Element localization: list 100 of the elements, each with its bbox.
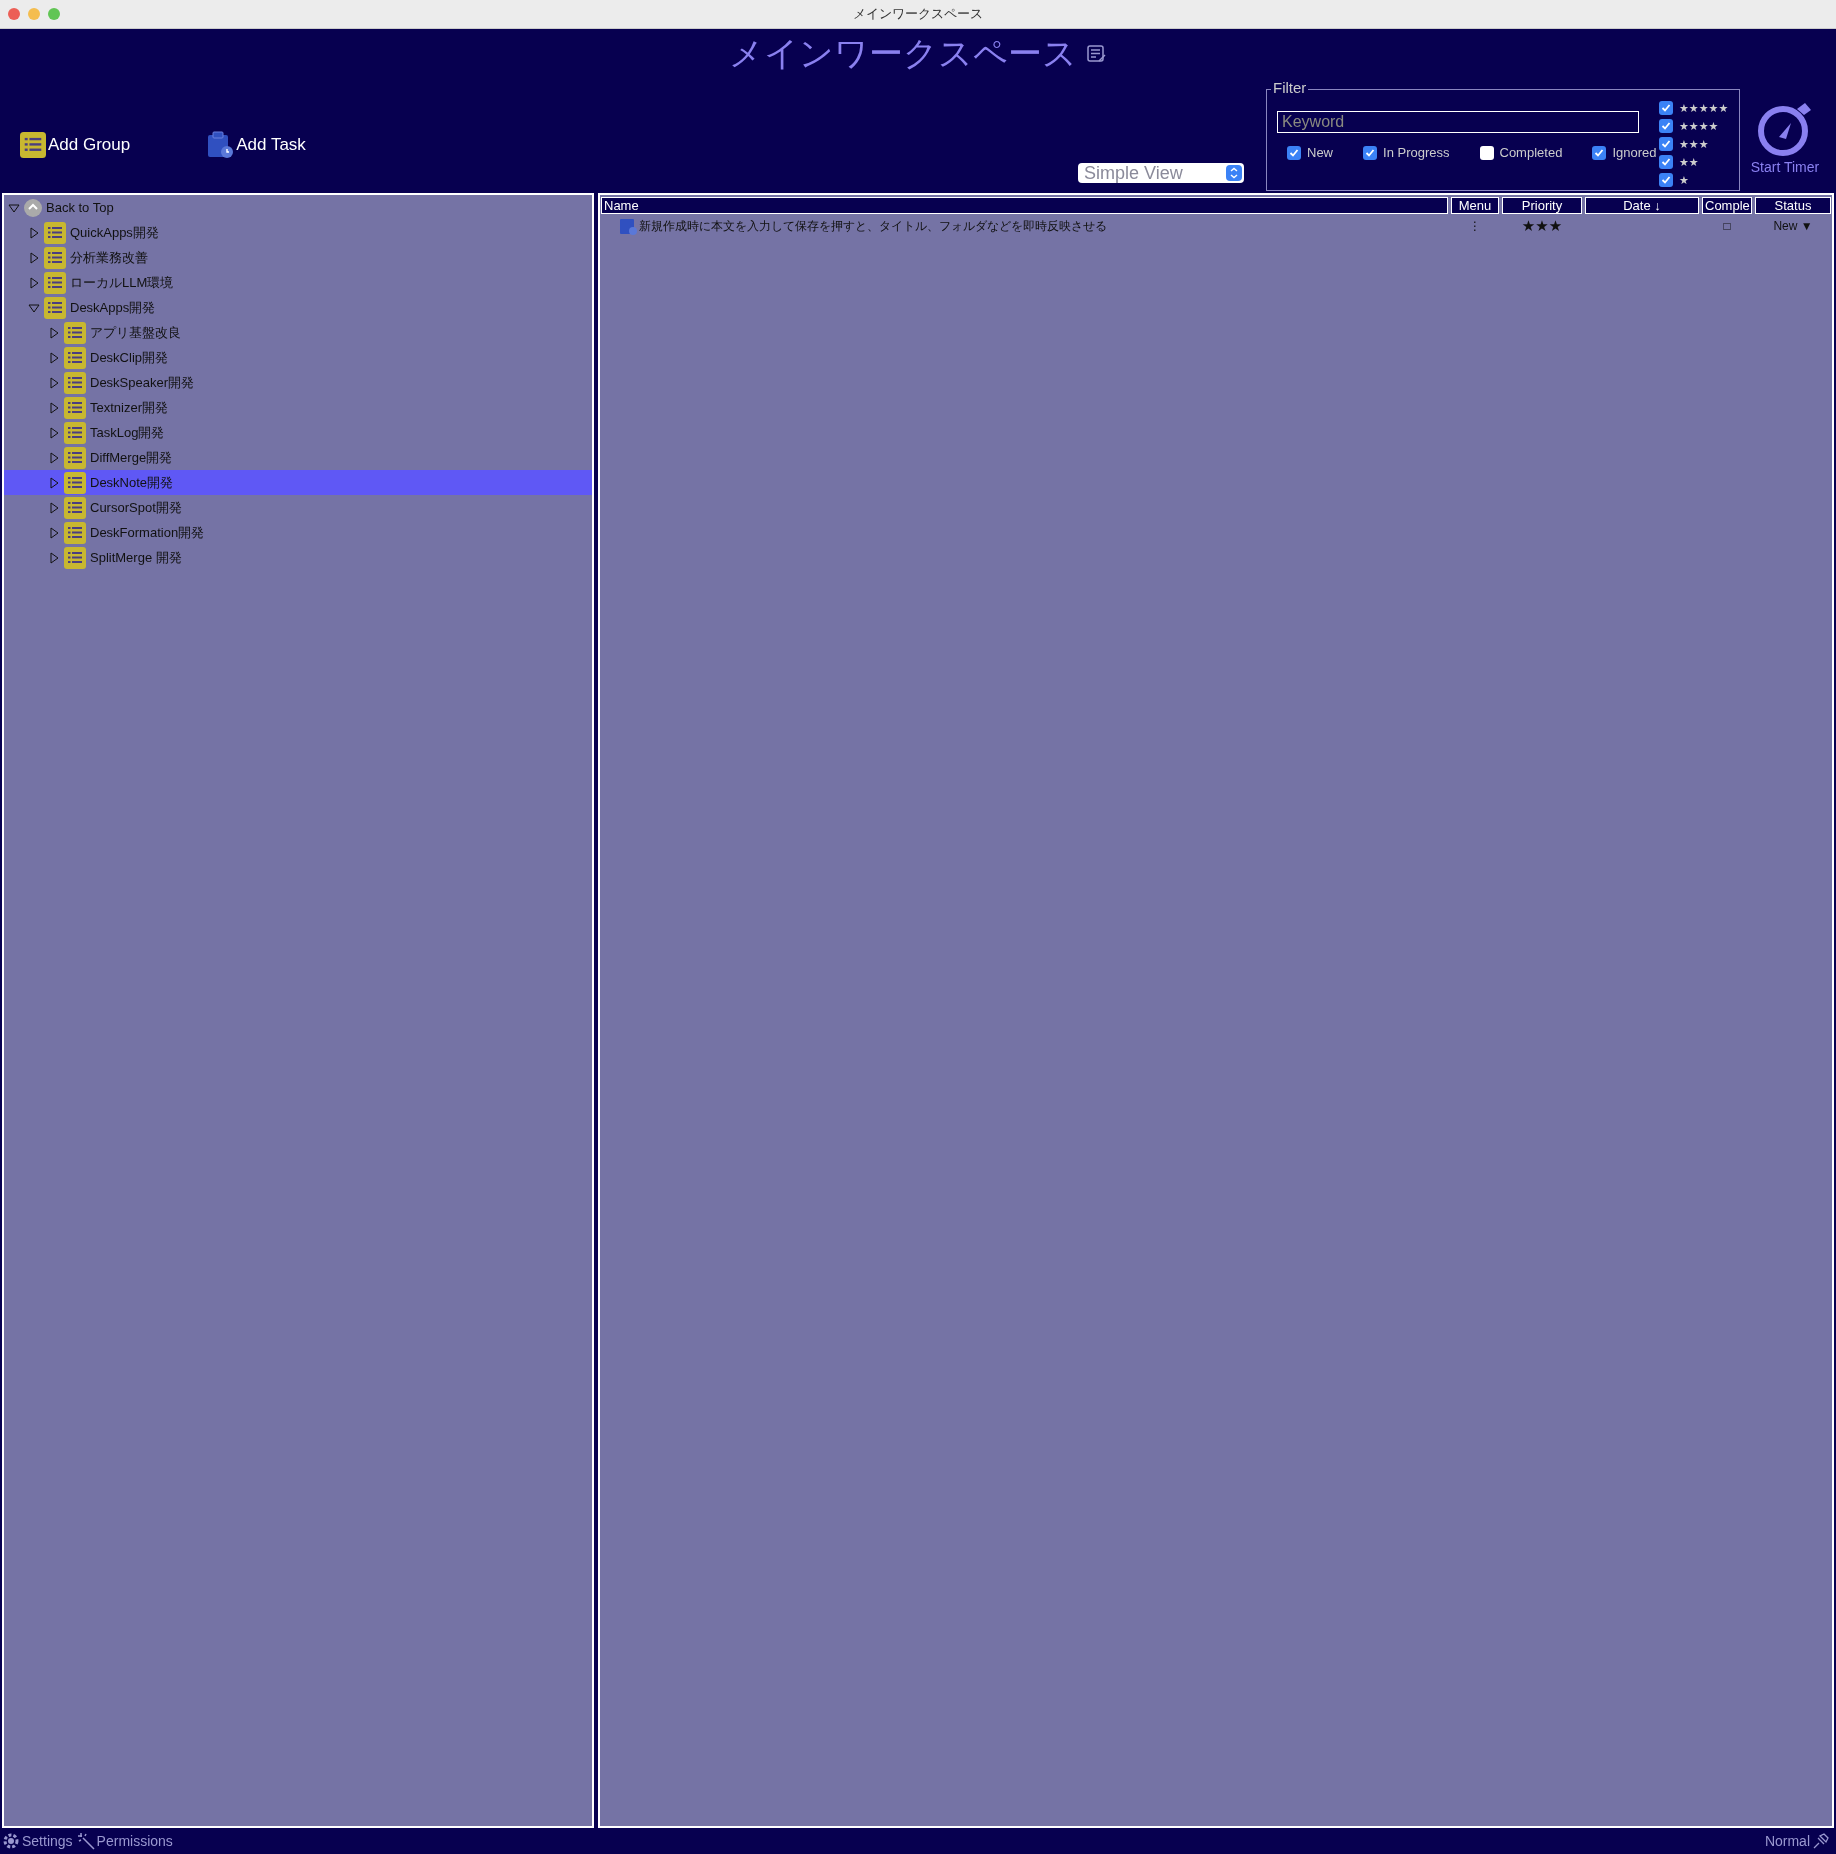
filter-legend: Filter [1271, 79, 1309, 96]
tree-item[interactable]: DeskApps開発 [4, 295, 592, 320]
list-icon [64, 396, 86, 419]
column-header[interactable]: Name [601, 197, 1448, 214]
tree-item-label: Back to Top [46, 200, 114, 215]
tree-item[interactable]: DeskClip開発 [4, 345, 592, 370]
tree-item[interactable]: Back to Top [4, 195, 592, 220]
list-icon [44, 246, 66, 269]
checkbox-label: Ignored [1612, 145, 1657, 160]
checkbox-label: In Progress [1383, 145, 1450, 160]
clipboard-icon [619, 217, 637, 235]
disclosure-triangle-icon[interactable] [48, 376, 60, 389]
status-bar-button[interactable]: Permissions [76, 1832, 173, 1850]
status-checkbox[interactable] [1287, 145, 1301, 160]
status-dropdown[interactable]: New ▼ [1755, 219, 1831, 233]
window-title: メインワークスペース [853, 5, 983, 23]
workspace-title: メインワークスペース [729, 33, 1077, 74]
start-timer-button[interactable]: Start Timer [1740, 99, 1830, 193]
tree-item[interactable]: DeskFormation開発 [4, 520, 592, 545]
edit-note-icon[interactable] [1087, 44, 1107, 64]
disclosure-triangle-icon[interactable] [48, 451, 60, 464]
tree-item[interactable]: アプリ基盤改良 [4, 320, 592, 345]
tree-item-label: 分析業務改善 [70, 248, 148, 267]
disclosure-triangle-icon[interactable] [48, 401, 60, 414]
list-icon [44, 271, 66, 294]
checkbox-label: ★★★ [1679, 137, 1709, 151]
list-icon [64, 421, 86, 444]
tree-item-label: DeskFormation開発 [90, 523, 205, 542]
magic-wand-icon [76, 1832, 95, 1850]
list-icon [44, 296, 66, 319]
priority-checkbox[interactable] [1659, 155, 1673, 169]
select-arrows-icon [1226, 165, 1242, 181]
tree-item[interactable]: DeskSpeaker開発 [4, 370, 592, 395]
tree-item-label: DeskSpeaker開発 [90, 373, 195, 392]
status-checkbox[interactable] [1363, 145, 1377, 160]
list-icon [64, 371, 86, 394]
priority-checkbox[interactable] [1659, 119, 1673, 133]
list-icon [20, 132, 46, 158]
tree-item-label: ローカルLLM環境 [70, 273, 174, 292]
status-checkbox[interactable] [1479, 145, 1494, 160]
disclosure-triangle-icon[interactable] [28, 301, 40, 314]
tree-item-label: アプリ基盤改良 [90, 323, 181, 342]
pin-icon [1812, 1832, 1830, 1850]
column-header[interactable]: Menu [1451, 197, 1499, 214]
status-bar-button[interactable]: Settings [2, 1832, 73, 1850]
disclosure-triangle-icon[interactable] [48, 351, 60, 364]
tree-item[interactable]: QuickApps開発 [4, 220, 592, 245]
disclosure-triangle-icon[interactable] [48, 551, 60, 564]
status-checkbox[interactable] [1592, 145, 1607, 160]
tree-item[interactable]: TaskLog開発 [4, 420, 592, 445]
checkbox-label: ★★ [1679, 155, 1699, 169]
close-button[interactable] [8, 8, 20, 20]
tree-item[interactable]: SplitMerge 開発 [4, 545, 592, 570]
tree-item-label: Textnizer開発 [90, 398, 169, 417]
disclosure-triangle-icon[interactable] [48, 526, 60, 539]
disclosure-triangle-icon[interactable] [28, 251, 40, 264]
tree-item-label: DeskNote開発 [90, 473, 174, 492]
home-up-icon [24, 198, 42, 217]
list-icon [64, 446, 86, 469]
tree-item-label: DeskApps開発 [70, 298, 156, 317]
tree-item[interactable]: CursorSpot開発 [4, 495, 592, 520]
tree-item[interactable]: DeskNote開発 [4, 470, 592, 495]
checkbox-label: New [1307, 145, 1333, 160]
checkbox-label: ★★★★ [1679, 119, 1719, 133]
disclosure-triangle-icon[interactable] [48, 476, 60, 489]
completed-toggle[interactable]: □ [1702, 219, 1752, 233]
list-icon [64, 546, 86, 569]
gear-icon [2, 1832, 20, 1850]
view-select[interactable]: Simple View [1078, 163, 1244, 183]
tree-item[interactable]: ローカルLLM環境 [4, 270, 592, 295]
window-level-button[interactable]: Normal [1764, 1832, 1830, 1850]
tree-item-label: CursorSpot開発 [90, 498, 182, 517]
list-icon [64, 521, 86, 544]
checkbox-label: ★★★★★ [1679, 101, 1729, 115]
clipboard-clock-icon [206, 131, 235, 159]
toolbar-button[interactable]: Add Task [206, 131, 306, 159]
column-header[interactable]: Status [1755, 197, 1831, 214]
column-header[interactable]: Priority [1502, 197, 1582, 214]
list-icon [64, 471, 86, 494]
disclosure-triangle-icon[interactable] [48, 326, 60, 339]
tree-item-label: TaskLog開発 [90, 423, 165, 442]
column-header[interactable]: Comple [1702, 197, 1752, 214]
keyword-field[interactable]: Keyword [1277, 111, 1639, 133]
disclosure-triangle-icon[interactable] [48, 501, 60, 514]
disclosure-triangle-icon[interactable] [28, 226, 40, 239]
priority-checkbox[interactable] [1659, 173, 1673, 187]
checkbox-label: Completed [1499, 145, 1563, 160]
tree-item-label: SplitMerge 開発 [90, 548, 182, 567]
row-menu-button[interactable]: ⋮ [1451, 219, 1499, 233]
tree-item[interactable]: DiffMerge開発 [4, 445, 592, 470]
disclosure-triangle-icon[interactable] [48, 426, 60, 439]
tree-item[interactable]: 分析業務改善 [4, 245, 592, 270]
priority-checkbox[interactable] [1659, 137, 1673, 151]
toolbar-button[interactable]: Add Group [20, 131, 131, 159]
column-header[interactable]: Date ↓ [1585, 197, 1699, 214]
task-name: 新規作成時に本文を入力して保存を押すと、タイトル、フォルダなどを即時反映させる [639, 217, 1107, 235]
disclosure-triangle-icon[interactable] [8, 201, 20, 214]
disclosure-triangle-icon[interactable] [28, 276, 40, 289]
priority-checkbox[interactable] [1659, 101, 1673, 115]
tree-item[interactable]: Textnizer開発 [4, 395, 592, 420]
